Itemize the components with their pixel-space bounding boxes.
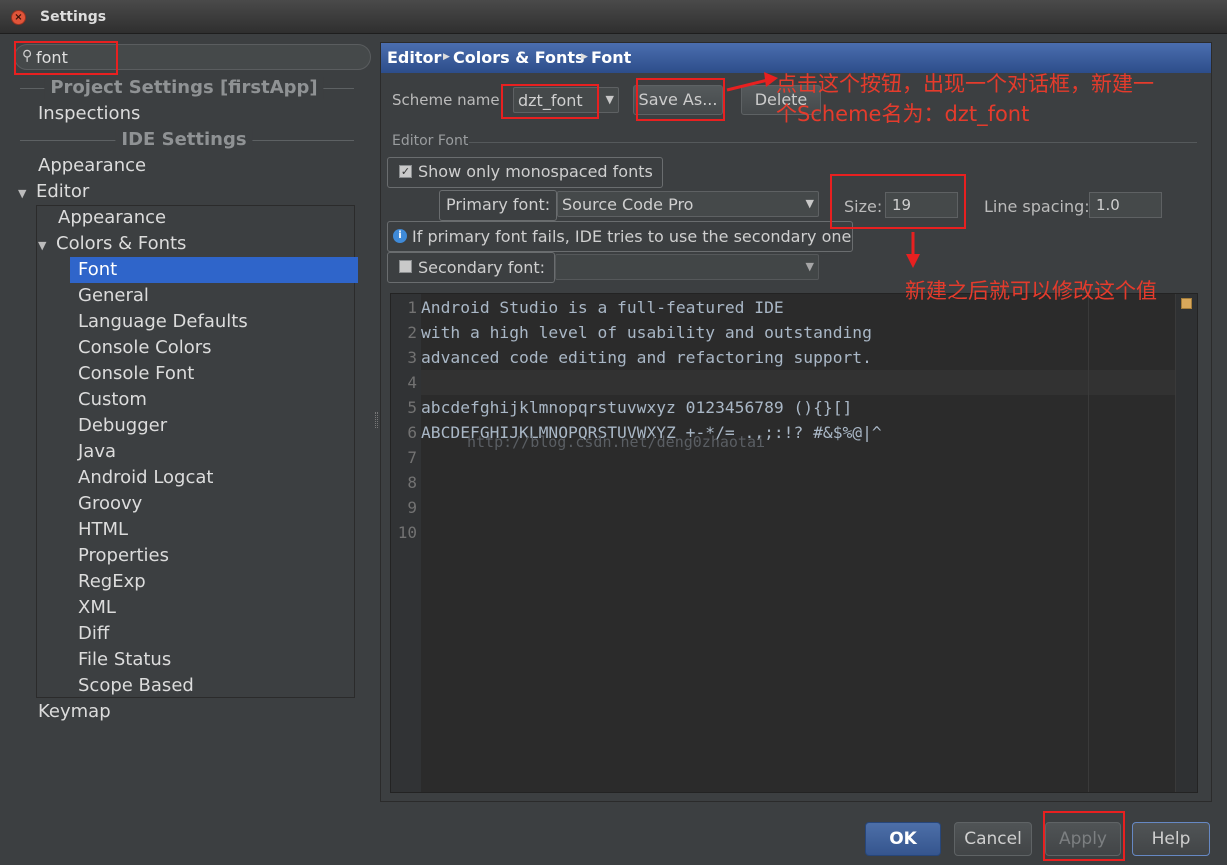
section-header-project: Project Settings [firstApp] — [14, 77, 354, 99]
annotation-text-size: 新建之后就可以修改这个值 — [905, 279, 1157, 303]
line-number: 1 — [407, 298, 417, 317]
primary-font-select[interactable]: Source Code Pro ▼ — [557, 191, 819, 217]
tree-item-colors-fonts-child[interactable]: Scope Based — [78, 675, 194, 697]
splitter-handle[interactable] — [375, 412, 378, 428]
tree-item-colors-fonts-child[interactable]: Groovy — [78, 493, 142, 515]
error-marker-icon — [1181, 298, 1192, 309]
breadcrumb-colors-fonts: Colors & Fonts — [453, 48, 585, 67]
primary-font-value: Source Code Pro — [562, 195, 694, 214]
show-mono-label[interactable]: Show only monospaced fonts — [418, 162, 653, 181]
tree-item-colors-fonts-child[interactable]: General — [78, 285, 149, 307]
chevron-down-icon: ▼ — [605, 93, 614, 106]
section-header-ide: IDE Settings — [14, 129, 354, 151]
show-mono-checkbox[interactable]: ✓ — [399, 165, 412, 178]
section-label: IDE Settings — [115, 129, 253, 151]
settings-tree: Project Settings [firstApp] Inspections … — [14, 74, 372, 802]
secondary-font-select[interactable]: ▼ — [555, 254, 819, 280]
secondary-font-label[interactable]: Secondary font: — [418, 258, 545, 277]
tree-item-colors-fonts-child[interactable]: Properties — [78, 545, 169, 567]
chevron-down-icon: ▼ — [805, 260, 814, 273]
code-line: Android Studio is a full-featured IDE — [421, 298, 784, 317]
breadcrumb-editor: Editor — [387, 48, 442, 67]
line-number: 3 — [407, 348, 417, 367]
tree-item-keymap[interactable]: Keymap — [38, 701, 111, 723]
tree-item-label: Colors & Fonts — [56, 233, 187, 254]
font-settings-panel: Editor ▶ Colors & Fonts ▶ Font Scheme na… — [380, 42, 1212, 802]
close-icon[interactable]: × — [11, 10, 26, 25]
line-number: 10 — [397, 523, 417, 542]
info-text: If primary font fails, IDE tries to use … — [412, 227, 852, 246]
annotation-text-save-as-1: 点击这个按钮，出现一个对话框，新建一 — [776, 72, 1154, 96]
vertical-scrollbar[interactable] — [1175, 294, 1197, 792]
editor-font-section-label: Editor Font — [392, 133, 469, 149]
ok-button[interactable]: OK — [865, 822, 941, 856]
tree-item-colors-fonts-child[interactable]: File Status — [78, 649, 171, 671]
annotation-box-size — [830, 174, 966, 229]
breadcrumb-separator-icon: ▶ — [443, 52, 450, 62]
code-line: abcdefghijklmnopqrstuvwxyz 0123456789 ()… — [421, 398, 853, 417]
expand-arrow-icon[interactable]: ▼ — [18, 183, 36, 205]
annotation-box-save-as — [636, 78, 725, 121]
breadcrumb-font: Font — [591, 48, 632, 67]
section-label: Project Settings [firstApp] — [44, 77, 324, 99]
annotation-text-save-as-2: 个Scheme名为：dzt_font — [776, 102, 1030, 126]
section-divider — [469, 142, 1197, 143]
expand-arrow-icon[interactable]: ▼ — [38, 235, 56, 257]
window-title: Settings — [40, 9, 107, 25]
tree-item-colors-fonts-child[interactable]: RegExp — [78, 571, 146, 593]
right-margin-guide — [1088, 294, 1089, 792]
title-bar: × Settings — [0, 0, 1227, 34]
line-number: 5 — [407, 398, 417, 417]
line-number: 6 — [407, 423, 417, 442]
code-line: with a high level of usability and outst… — [421, 323, 872, 342]
tree-item-label: Editor — [36, 181, 90, 202]
tree-item-editor[interactable]: ▼ Editor — [18, 181, 89, 205]
secondary-font-checkbox[interactable] — [399, 260, 412, 273]
info-icon: i — [393, 229, 407, 243]
tree-item-colors-fonts-child[interactable]: Console Font — [78, 363, 194, 385]
cancel-button[interactable]: Cancel — [954, 822, 1032, 856]
tree-item-appearance[interactable]: Appearance — [38, 155, 146, 177]
tree-item-colors-fonts[interactable]: ▼ Colors & Fonts — [38, 233, 186, 257]
annotation-box-apply — [1043, 811, 1125, 861]
scheme-name-label: Scheme name: — [392, 91, 505, 109]
primary-font-label: Primary font: — [446, 195, 551, 214]
tree-item-colors-fonts-child[interactable]: Language Defaults — [78, 311, 248, 333]
tree-item-inspections[interactable]: Inspections — [38, 103, 140, 125]
font-preview-editor[interactable]: 1 2 3 4 5 6 7 8 9 10 Android Studio is a full-fea… — [390, 293, 1198, 793]
tree-item-editor-appearance[interactable]: Appearance — [58, 207, 166, 229]
tree-item-colors-fonts-child[interactable]: Java — [78, 441, 116, 463]
tree-item-colors-fonts-child[interactable]: Custom — [78, 389, 147, 411]
line-number: 9 — [407, 498, 417, 517]
line-number: 8 — [407, 473, 417, 492]
breadcrumb-separator-icon: ▶ — [581, 52, 588, 62]
tree-item-colors-fonts-child[interactable]: HTML — [78, 519, 128, 541]
chevron-down-icon: ▼ — [805, 197, 814, 210]
watermark-text: http://blog.csdn.net/deng0zhaotai — [467, 433, 766, 451]
line-number: 4 — [407, 373, 417, 392]
tree-item-colors-fonts-child[interactable]: Debugger — [78, 415, 167, 437]
line-number-gutter: 1 2 3 4 5 6 7 8 9 10 — [391, 294, 421, 792]
tree-item-colors-fonts-child[interactable]: XML — [78, 597, 116, 619]
annotation-box-search — [14, 41, 118, 75]
tree-item-colors-fonts-child[interactable]: Console Colors — [78, 337, 212, 359]
help-button[interactable]: Help — [1132, 822, 1210, 856]
line-spacing-input[interactable]: 1.0 — [1089, 192, 1162, 218]
line-number: 2 — [407, 323, 417, 342]
caret-line-highlight — [421, 370, 1177, 395]
tree-item-colors-fonts-child[interactable]: Diff — [78, 623, 109, 645]
line-number: 7 — [407, 448, 417, 467]
tree-item-colors-fonts-child[interactable]: Android Logcat — [78, 467, 213, 489]
tree-item-colors-fonts-child[interactable]: Font — [78, 259, 117, 281]
code-line: advanced code editing and refactoring su… — [421, 348, 872, 367]
annotation-box-scheme — [501, 84, 599, 119]
line-spacing-label: Line spacing: — [984, 197, 1090, 216]
